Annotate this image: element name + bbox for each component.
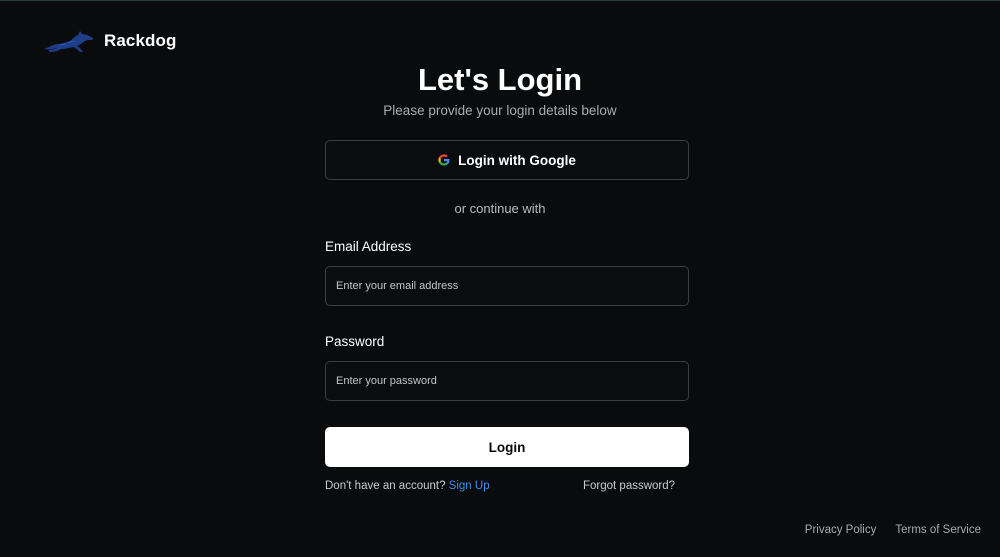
sign-up-link[interactable]: Sign Up: [449, 480, 490, 492]
login-button[interactable]: Login: [325, 427, 689, 467]
login-with-google-button[interactable]: Login with Google: [325, 140, 689, 180]
email-input[interactable]: [325, 266, 689, 306]
terms-of-service-link[interactable]: Terms of Service: [895, 524, 981, 536]
brand[interactable]: Rackdog: [42, 27, 177, 55]
signup-row: Don't have an account? Sign Up: [325, 480, 490, 492]
forgot-password-link[interactable]: Forgot password?: [583, 480, 675, 492]
privacy-policy-link[interactable]: Privacy Policy: [805, 524, 877, 536]
google-icon: [438, 154, 450, 166]
running-dog-icon: [44, 31, 94, 52]
email-label: Email Address: [325, 239, 412, 254]
divider-text: or continue with: [454, 201, 546, 216]
footer-links: Privacy Policy Terms of Service: [805, 524, 981, 536]
password-input[interactable]: [325, 361, 689, 401]
page-subtitle: Please provide your login details below: [383, 103, 617, 118]
login-page: Rackdog Let's Login Please provide your …: [0, 0, 1000, 557]
google-button-label: Login with Google: [458, 152, 576, 168]
page-title: Let's Login: [417, 62, 583, 97]
brand-name: Rackdog: [104, 31, 177, 50]
signup-prompt: Don't have an account?: [325, 480, 449, 492]
password-label: Password: [325, 334, 385, 349]
